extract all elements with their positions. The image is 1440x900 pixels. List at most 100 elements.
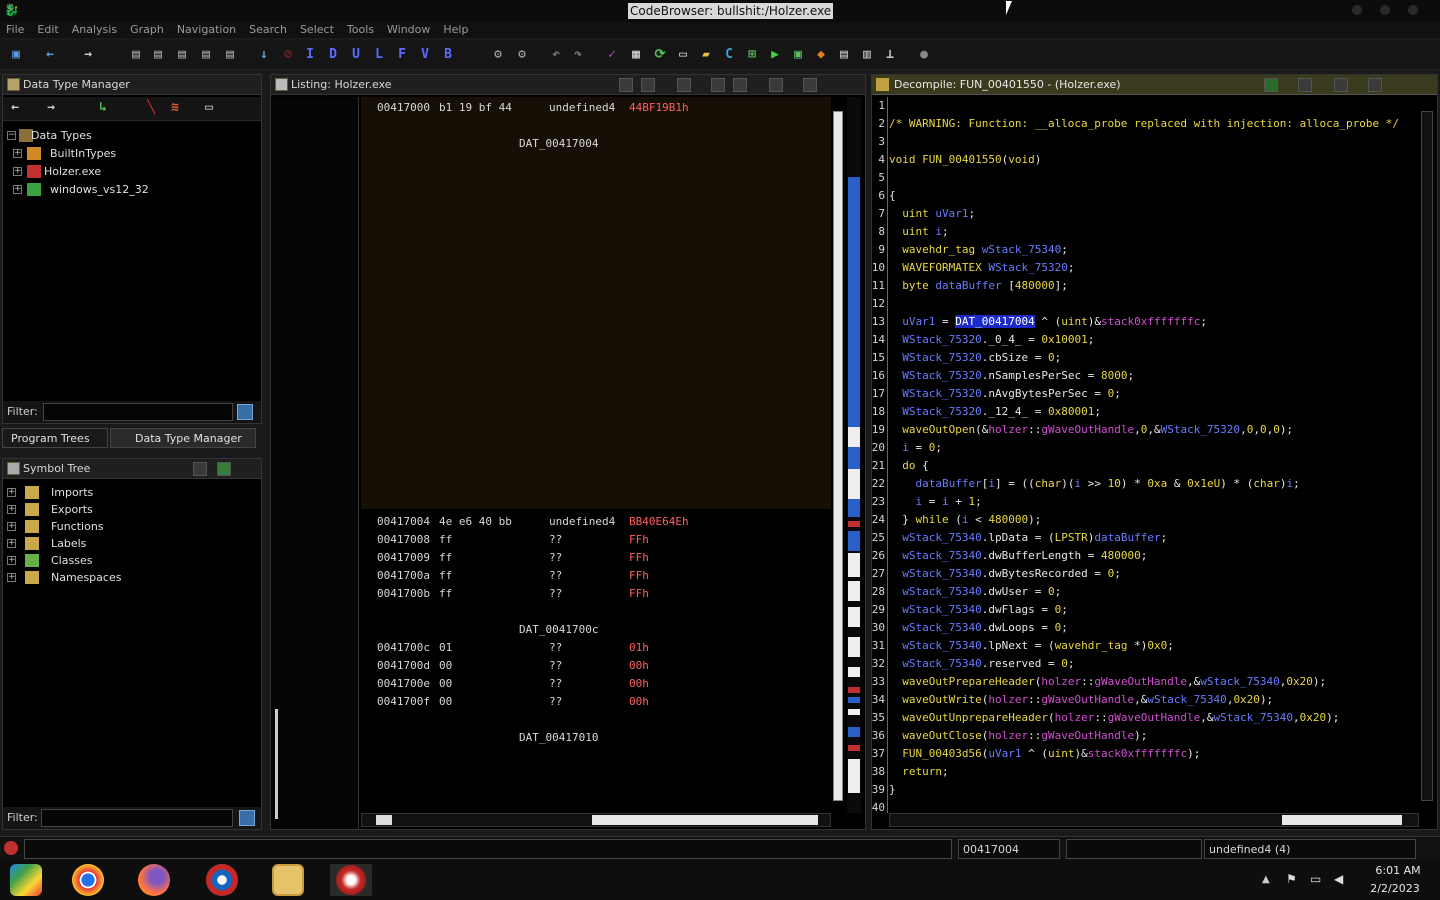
bookmark-letter-icon[interactable]: B bbox=[440, 47, 456, 63]
tree-item-namespaces[interactable]: + Namespaces bbox=[7, 569, 257, 586]
code-line[interactable]: uint i; bbox=[889, 223, 948, 241]
expand-icon[interactable]: + bbox=[13, 167, 22, 176]
tree-item-imports[interactable]: + Imports bbox=[7, 484, 257, 501]
options-icon[interactable] bbox=[803, 78, 817, 92]
overview-marker[interactable] bbox=[848, 553, 860, 577]
menu-search[interactable]: Search bbox=[243, 22, 294, 38]
code-line[interactable]: waveOutPrepareHeader(holzer::gWaveOutHan… bbox=[889, 673, 1326, 691]
refresh-icon[interactable] bbox=[1264, 78, 1278, 92]
minimize-button[interactable] bbox=[1352, 5, 1362, 15]
back-arrow-icon[interactable]: ← bbox=[42, 47, 58, 63]
tree-item-builtin-types[interactable]: + BuiltInTypes bbox=[7, 145, 257, 163]
code-line[interactable]: waveOutOpen(&holzer::gWaveOutHandle,0,&W… bbox=[889, 421, 1293, 439]
page-icon[interactable]: ▤ bbox=[222, 47, 238, 63]
code-line[interactable]: wavehdr_tag wStack_75340; bbox=[889, 241, 1068, 259]
overview-marker[interactable] bbox=[848, 637, 860, 657]
label-letter-icon[interactable]: L bbox=[371, 47, 387, 63]
listing-row[interactable]: 00417000 b1 19 bf 44 undefined4 44BF19B1h bbox=[377, 99, 689, 117]
overview-marker[interactable] bbox=[848, 687, 860, 693]
browser-icon[interactable] bbox=[206, 864, 238, 896]
listing-row[interactable]: 0041700a ff?? FFh bbox=[377, 567, 649, 585]
code-line[interactable]: FUN_00403d56(uVar1 ^ (uint)&stack0xfffff… bbox=[889, 745, 1200, 763]
branch-icon[interactable]: ↳ bbox=[95, 100, 111, 116]
code-line[interactable]: byte dataBuffer [480000]; bbox=[889, 277, 1068, 295]
menu-help[interactable]: Help bbox=[437, 22, 475, 38]
code-line[interactable]: void FUN_00401550(void) bbox=[889, 151, 1041, 169]
expand-icon[interactable]: + bbox=[13, 185, 22, 194]
data-letter-icon[interactable]: D bbox=[325, 47, 341, 63]
table-icon[interactable]: ▥ bbox=[859, 47, 875, 63]
tool-icon[interactable]: ⚙ bbox=[490, 47, 506, 63]
menu-tools[interactable]: Tools bbox=[341, 22, 381, 38]
listing-row[interactable]: 00417009 ff?? FFh bbox=[377, 549, 649, 567]
tree-item-exports[interactable]: + Exports bbox=[7, 501, 257, 518]
code-line[interactable]: i = 0; bbox=[889, 439, 942, 457]
menu-navigation[interactable]: Navigation bbox=[171, 22, 243, 38]
code-line[interactable]: WStack_75320.nAvgBytesPerSec = 0; bbox=[889, 385, 1121, 403]
code-line[interactable]: uint uVar1; bbox=[889, 205, 975, 223]
diff-icon[interactable] bbox=[733, 78, 747, 92]
function-letter-icon[interactable]: F bbox=[394, 47, 410, 63]
filter-options-icon[interactable] bbox=[237, 404, 253, 420]
overview-marker[interactable] bbox=[848, 531, 860, 551]
overview-marker[interactable] bbox=[848, 501, 860, 517]
code-line[interactable]: wStack_75340.dwUser = 0; bbox=[889, 583, 1061, 601]
screen-icon[interactable]: ▭ bbox=[675, 47, 691, 63]
overview-marker[interactable] bbox=[848, 727, 860, 737]
down-arrow-icon[interactable]: ↓ bbox=[256, 47, 272, 63]
snapshot-icon[interactable] bbox=[1368, 78, 1382, 92]
redo-icon[interactable]: ↷ bbox=[570, 47, 586, 63]
listing-row[interactable]: 0041700e 00?? 00h bbox=[377, 675, 649, 693]
symbol-tree-filter-input[interactable] bbox=[41, 809, 233, 827]
listing-vertical-scrollbar[interactable] bbox=[833, 111, 843, 801]
filter-options-icon[interactable] bbox=[239, 810, 255, 826]
code-line[interactable]: /* WARNING: Function: __alloca_probe rep… bbox=[889, 115, 1399, 133]
scroll-thumb[interactable] bbox=[1282, 815, 1402, 825]
code-line[interactable]: { bbox=[889, 187, 896, 205]
code-icon[interactable]: C bbox=[721, 47, 737, 63]
listing-label[interactable]: DAT_00417004 bbox=[519, 135, 598, 153]
table-icon[interactable]: ▤ bbox=[836, 47, 852, 63]
tab-program-trees[interactable]: Program Trees bbox=[2, 428, 108, 448]
paste-icon[interactable] bbox=[641, 78, 655, 92]
menu-analysis[interactable]: Analysis bbox=[66, 22, 124, 38]
tree-item-data-types[interactable]: − Data Types bbox=[7, 127, 257, 145]
expand-icon[interactable]: + bbox=[7, 573, 16, 582]
undefined-letter-icon[interactable]: U bbox=[348, 47, 364, 63]
code-line[interactable]: waveOutClose(holzer::gWaveOutHandle); bbox=[889, 727, 1147, 745]
plugin-icon[interactable]: ● bbox=[916, 47, 932, 63]
overview-marker[interactable] bbox=[848, 745, 860, 751]
filter-off-icon[interactable]: ╲ bbox=[143, 100, 159, 116]
cursor-icon[interactable] bbox=[677, 78, 691, 92]
code-line[interactable]: WStack_75320.cbSize = 0; bbox=[889, 349, 1061, 367]
diamond-icon[interactable]: ◆ bbox=[813, 47, 829, 63]
code-line[interactable]: WStack_75320.nSamplesPerSec = 8000; bbox=[889, 367, 1134, 385]
menu-edit[interactable]: Edit bbox=[31, 22, 65, 38]
listing-label[interactable]: DAT_00417010 bbox=[519, 729, 598, 747]
listing-horizontal-scrollbar[interactable] bbox=[361, 813, 831, 827]
tree-item-windows-vs12-32[interactable]: + windows_vs12_32 bbox=[7, 181, 257, 199]
menu-file[interactable]: File bbox=[0, 22, 31, 38]
new-namespace-icon[interactable] bbox=[193, 462, 207, 476]
close-button[interactable] bbox=[1408, 5, 1418, 15]
listing-row[interactable]: 0041700d 00?? 00h bbox=[377, 657, 649, 675]
expand-icon[interactable]: + bbox=[13, 149, 22, 158]
undo-icon[interactable]: ↶ bbox=[548, 47, 564, 63]
code-line[interactable]: } bbox=[889, 781, 896, 799]
code-line[interactable]: wStack_75340.lpNext = (wavehdr_tag *)0x0… bbox=[889, 637, 1174, 655]
overview-marker[interactable] bbox=[848, 607, 860, 627]
overview-marker[interactable] bbox=[848, 667, 860, 677]
menu-select[interactable]: Select bbox=[294, 22, 341, 38]
listing-row[interactable]: 00417004 4e e6 40 bb undefined4 BB40E64Eh bbox=[377, 513, 689, 531]
start-button-icon[interactable] bbox=[10, 864, 42, 896]
expand-icon[interactable]: + bbox=[7, 556, 16, 565]
overview-marker[interactable] bbox=[848, 427, 860, 447]
code-line[interactable]: i = i + 1; bbox=[889, 493, 982, 511]
window-icon[interactable]: ▦ bbox=[628, 47, 644, 63]
code-line[interactable]: waveOutUnprepareHeader(holzer::gWaveOutH… bbox=[889, 709, 1339, 727]
code-line[interactable]: dataBuffer[i] = ((char)(i >> 10) * 0xa &… bbox=[889, 475, 1300, 493]
overview-marker[interactable] bbox=[848, 759, 860, 793]
overview-marker[interactable] bbox=[848, 453, 860, 463]
maximize-button[interactable] bbox=[1380, 5, 1390, 15]
splitter-handle[interactable] bbox=[275, 709, 278, 819]
